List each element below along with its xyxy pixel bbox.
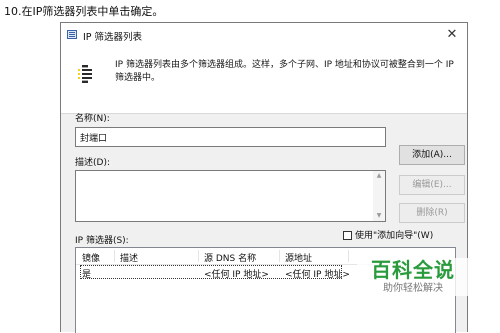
filter-list-icon xyxy=(78,65,92,83)
delete-button[interactable]: 删除(R) xyxy=(399,203,465,223)
cell-source-address: <任何 IP 地址> xyxy=(285,270,350,280)
cell-source-dns: <任何 IP 地址> xyxy=(204,270,269,280)
add-button[interactable]: 添加(A)... xyxy=(399,145,465,165)
checkbox-icon[interactable] xyxy=(343,231,352,240)
use-wizard-label: 使用"添加向导"(W) xyxy=(355,231,434,241)
name-label: 名称(N): xyxy=(75,114,110,124)
step-caption: 10.在IP筛选器列表中单击确定。 xyxy=(4,5,164,18)
watermark: 百科全说 助你轻松解决 xyxy=(357,258,469,296)
title-bar: IP 筛选器列表 ✕ xyxy=(61,23,467,47)
ip-filters-label: IP 筛选器(S): xyxy=(75,236,129,246)
use-wizard-checkbox[interactable]: 使用"添加向导"(W) xyxy=(343,228,433,241)
dialog-title: IP 筛选器列表 xyxy=(83,32,143,43)
scroll-down-icon[interactable]: ▼ xyxy=(373,211,385,221)
column-header-mirrored[interactable]: 镜像 xyxy=(82,251,100,264)
cell-mirrored: 是 xyxy=(82,270,92,280)
edit-button[interactable]: 编辑(E)... xyxy=(399,175,465,195)
scroll-up-icon[interactable]: ▲ xyxy=(373,171,385,181)
column-header-source-dns[interactable]: 源 DNS 名称 xyxy=(204,251,256,264)
description-scrollbar[interactable]: ▲ ▼ xyxy=(373,171,385,221)
dialog-description: IP 筛选器列表由多个筛选器组成。这样，多个子网、IP 地址和协议可被整合到一个… xyxy=(115,60,454,83)
description-field[interactable] xyxy=(75,170,386,222)
close-icon: ✕ xyxy=(446,27,458,42)
filter-list-icon xyxy=(67,30,77,39)
name-field[interactable]: 封端口 xyxy=(75,127,386,147)
description-label: 描述(D): xyxy=(75,158,110,168)
watermark-subtitle: 助你轻松解决 xyxy=(383,283,443,294)
watermark-title: 百科全说 xyxy=(371,258,455,282)
column-header-description[interactable]: 描述 xyxy=(120,251,138,264)
column-header-source-address[interactable]: 源地址 xyxy=(285,251,312,264)
close-button[interactable]: ✕ xyxy=(443,26,461,44)
